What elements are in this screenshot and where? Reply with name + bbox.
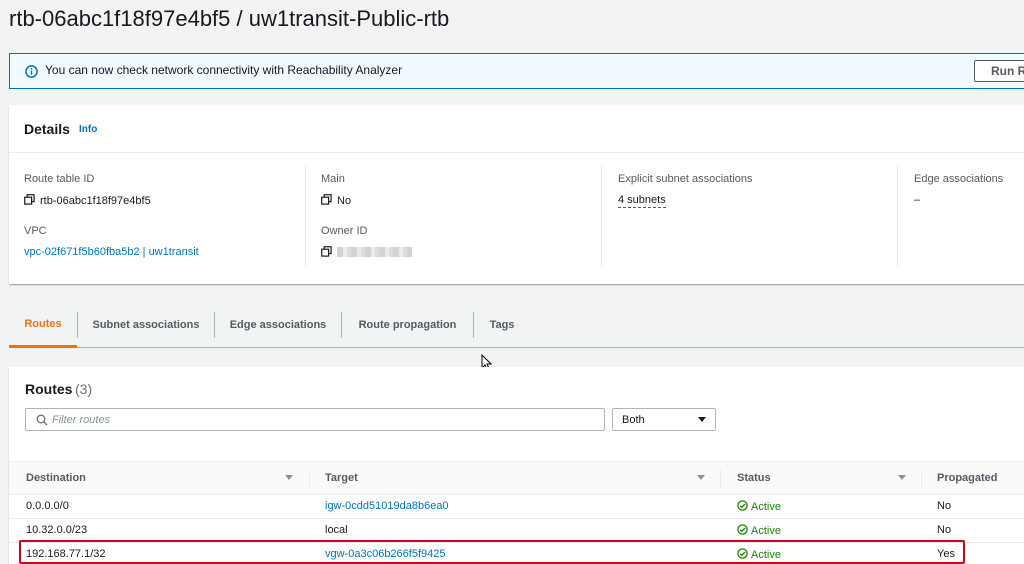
status-text: Active [751, 549, 781, 561]
target-cell: local [325, 524, 348, 536]
flash-message: You can now check network connectivity w… [45, 63, 403, 77]
run-reachability-button[interactable]: Run Re [974, 60, 1024, 82]
copy-icon[interactable] [24, 194, 35, 205]
status-text: Active [751, 525, 781, 537]
vpc-link[interactable]: vpc-02f671f5b60fba5b2 | uw1transit [24, 246, 199, 258]
main-text: No [337, 195, 352, 207]
details-col-3: Explicit subnet associations 4 subnets [601, 163, 897, 269]
details-col-2: Main No Owner ID [305, 163, 601, 269]
details-heading: Details [24, 121, 70, 137]
edge-associations-label: Edge associations [914, 173, 1004, 185]
explicit-subnet-label: Explicit subnet associations [618, 173, 753, 185]
routes-title: Routes [25, 381, 73, 397]
tab-routes[interactable]: Routes [9, 302, 77, 348]
propagation-filter-select[interactable]: Both [612, 408, 716, 431]
sort-icon[interactable] [697, 475, 705, 480]
details-header: Details Info [9, 105, 1024, 153]
column-target[interactable]: Target [325, 472, 358, 484]
edge-associations-value: – [914, 194, 921, 206]
owner-id-value [321, 246, 412, 259]
propagated-cell: No [937, 524, 952, 536]
filter-routes-field[interactable] [25, 408, 605, 431]
status-cell: Active [737, 500, 781, 513]
main-value: No [321, 194, 351, 207]
copy-icon[interactable] [321, 246, 332, 257]
check-circle-icon [737, 500, 748, 511]
table-row[interactable]: 192.168.77.1/32 vgw-0a3c06b266f5f9425 Ac… [9, 543, 1024, 564]
route-table-id-text: rtb-06abc1f18f97e4bf5 [40, 195, 151, 207]
reachability-flash-banner: You can now check network connectivity w… [9, 53, 1024, 89]
target-link[interactable]: vgw-0a3c06b266f5f9425 [325, 548, 445, 560]
status-cell: Active [737, 548, 781, 561]
tab-route-propagation[interactable]: Route propagation [342, 302, 473, 347]
check-circle-icon [737, 548, 748, 559]
route-table-id-value: rtb-06abc1f18f97e4bf5 [24, 194, 151, 207]
tab-edge-associations[interactable]: Edge associations [215, 302, 341, 347]
column-status[interactable]: Status [737, 472, 771, 484]
propagated-cell: Yes [937, 548, 955, 560]
select-value: Both [622, 414, 645, 426]
explicit-subnet-value[interactable]: 4 subnets [618, 194, 666, 208]
routes-count: (3) [75, 381, 93, 397]
tab-subnet-associations[interactable]: Subnet associations [78, 302, 214, 347]
check-circle-icon [737, 524, 748, 535]
table-row[interactable]: 10.32.0.0/23 local Active No [9, 519, 1024, 543]
info-link[interactable]: Info [79, 124, 97, 135]
status-cell: Active [737, 524, 781, 537]
target-link[interactable]: igw-0cdd51019da8b6ea0 [325, 500, 449, 512]
routes-table-header: Destination Target Status Propagated [9, 461, 1024, 495]
details-col-1: Route table ID rtb-06abc1f18f97e4bf5 VPC… [24, 163, 304, 269]
main-label: Main [321, 173, 345, 185]
copy-icon[interactable] [321, 194, 332, 205]
owner-id-label: Owner ID [321, 225, 368, 237]
details-panel: Details Info Route table ID rtb-06abc1f1… [9, 105, 1024, 284]
route-table-id-label: Route table ID [24, 173, 95, 185]
destination-cell: 192.168.77.1/32 [26, 548, 106, 560]
destination-cell: 0.0.0.0/0 [26, 500, 69, 512]
sort-icon[interactable] [898, 475, 906, 480]
destination-cell: 10.32.0.0/23 [26, 524, 88, 536]
table-row[interactable]: 0.0.0.0/0 igw-0cdd51019da8b6ea0 Active N… [9, 495, 1024, 519]
column-divider [921, 470, 922, 488]
search-icon [36, 414, 48, 426]
page-title: rtb-06abc1f18f97e4bf5 / uw1transit-Publi… [9, 6, 450, 31]
column-destination[interactable]: Destination [26, 472, 86, 484]
column-divider [720, 470, 721, 488]
details-col-4: Edge associations – [897, 163, 1024, 269]
column-propagated[interactable]: Propagated [937, 472, 998, 484]
tab-bar: Routes Subnet associations Edge associat… [9, 302, 1024, 348]
propagated-cell: No [937, 500, 952, 512]
filter-routes-input[interactable] [52, 411, 592, 428]
column-divider [309, 470, 310, 488]
redacted-owner-id [337, 247, 412, 257]
tab-tags[interactable]: Tags [474, 302, 530, 347]
caret-down-icon [698, 417, 706, 422]
vpc-label: VPC [24, 225, 47, 237]
info-icon [25, 65, 38, 78]
sort-icon[interactable] [285, 475, 293, 480]
status-text: Active [751, 501, 781, 513]
routes-panel: Routes (3) Both Destination Target Statu… [9, 367, 1024, 564]
